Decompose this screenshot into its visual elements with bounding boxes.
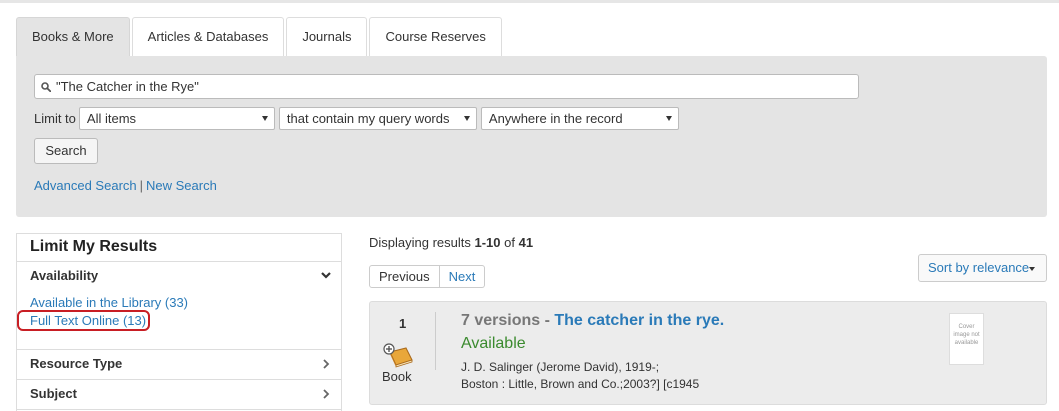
tab-course-reserves[interactable]: Course Reserves	[369, 17, 502, 56]
sort-dropdown-label: Sort by relevance	[928, 260, 1030, 275]
chevron-down-icon	[321, 272, 331, 279]
sort-dropdown[interactable]: Sort by relevance	[918, 254, 1047, 282]
versions-link[interactable]: 7 versions	[461, 312, 540, 329]
search-tabs: Books & More Articles & Databases Journa…	[16, 17, 504, 57]
search-field-select[interactable]: Anywhere in the record	[480, 107, 679, 130]
results-count-prefix: Displaying results	[369, 235, 475, 250]
facet-subject[interactable]: Subject	[17, 380, 341, 410]
result-details: J. D. Salinger (Jerome David), 1919-; Bo…	[461, 359, 699, 393]
limit-row: Limit to All items that contain my query…	[34, 107, 683, 130]
chevron-right-icon	[323, 389, 330, 399]
caret-down-icon	[261, 116, 268, 121]
result-number: 1	[399, 316, 407, 331]
item-type-select[interactable]: All items	[78, 107, 275, 130]
limit-results-panel: Limit My Results Availability Available …	[16, 233, 342, 411]
caret-down-icon	[1029, 267, 1035, 271]
title-link[interactable]: The catcher in the rye.	[554, 312, 724, 329]
results-of-text: of	[500, 235, 519, 250]
search-button[interactable]: Search	[34, 138, 98, 164]
search-panel: Limit to All items that contain my query…	[16, 56, 1047, 217]
results-count: Displaying results 1-10 of 41	[369, 235, 533, 250]
search-box[interactable]	[34, 74, 859, 99]
tab-articles-and-databases[interactable]: Articles & Databases	[131, 17, 285, 56]
facet-resource-type-label: Resource Type	[30, 356, 123, 371]
chevron-right-icon	[323, 359, 330, 369]
tab-journals[interactable]: Journals	[286, 17, 368, 56]
link-separator: |	[139, 178, 144, 193]
facets-title: Limit My Results	[17, 234, 341, 262]
facet-availability[interactable]: Availability	[17, 262, 341, 291]
pagination: Previous Next	[369, 265, 486, 288]
query-match-select-value: that contain my query words	[286, 111, 450, 126]
new-search-link[interactable]: New Search	[146, 178, 217, 193]
availability-options: Available in the Library (33) Full Text …	[17, 291, 341, 350]
cover-image-placeholder: Cover image not available	[949, 313, 984, 365]
search-links: Advanced Search | New Search	[34, 178, 217, 193]
title-dash: -	[540, 312, 555, 329]
result-item: 1 Book 7 versions - The catcher in the r…	[369, 301, 1047, 405]
result-title: 7 versions - The catcher in the rye.	[461, 312, 724, 330]
availability-status: Available	[461, 335, 526, 352]
caret-down-icon	[463, 116, 470, 121]
search-field-select-value: Anywhere in the record	[488, 111, 623, 126]
search-icon	[41, 81, 51, 92]
highlight-annotation	[17, 310, 151, 331]
facet-option-full-text-online[interactable]: Full Text Online (13)	[17, 310, 151, 331]
results-total: 41	[518, 235, 534, 250]
book-icon	[383, 343, 413, 368]
search-input[interactable]	[56, 79, 836, 94]
limit-to-label: Limit to	[34, 111, 76, 126]
results-range: 1-10	[474, 235, 501, 250]
top-border	[0, 0, 1059, 3]
item-type-select-value: All items	[86, 111, 137, 126]
author-line: J. D. Salinger (Jerome David), 1919-;	[461, 360, 660, 374]
previous-page-button[interactable]: Previous	[369, 265, 440, 288]
facet-resource-type[interactable]: Resource Type	[17, 350, 341, 380]
caret-down-icon	[665, 116, 672, 121]
publisher-line: Boston : Little, Brown and Co.;2003?] [c…	[461, 377, 700, 391]
next-page-button[interactable]: Next	[439, 265, 486, 288]
result-divider	[435, 312, 436, 370]
facet-subject-label: Subject	[30, 386, 77, 401]
format-label: Book	[382, 369, 412, 384]
facet-availability-label: Availability	[30, 268, 99, 283]
tab-books-and-more[interactable]: Books & More	[16, 17, 130, 57]
query-match-select[interactable]: that contain my query words	[278, 107, 477, 130]
advanced-search-link[interactable]: Advanced Search	[34, 178, 137, 193]
